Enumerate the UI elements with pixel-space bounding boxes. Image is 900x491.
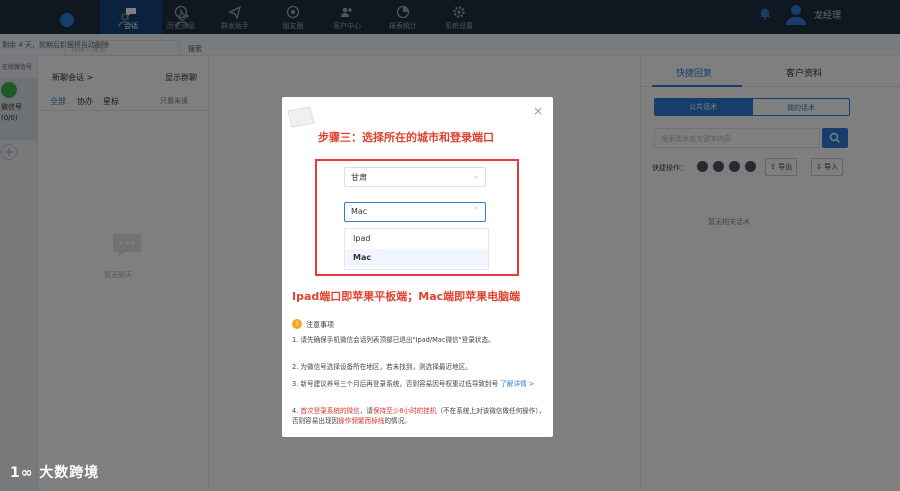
- warning-icon: !: [292, 319, 302, 329]
- option-mac[interactable]: Mac: [345, 249, 488, 267]
- note-3: 3. 新号建议养号三个月后再登录系统，否则容易因号权重过低导致封号 了解详情 >: [292, 379, 548, 389]
- note-2: 2. 为微信号选择设备所在地区，若未找到，则选择最近地区。: [292, 363, 472, 371]
- watermark-text: 大数跨境: [39, 465, 100, 481]
- note-4-emphasis-3: 操作频繁而掉线: [338, 417, 385, 425]
- close-icon[interactable]: ×: [533, 105, 543, 117]
- note-4: 4. 首次登录系统的微信，请保持至少8小时的挂机（不在系统上对该微信做任何操作）…: [292, 406, 548, 426]
- note-4-emphasis-2: 保持至少8小时的挂机: [372, 407, 437, 415]
- notes-title: 注意事项: [306, 321, 334, 329]
- city-value: 甘肃: [351, 173, 367, 182]
- note-1: 1. 请先确保手机微信会话列表顶部已退出"Ipad/Mac微信"登录状态。: [292, 336, 495, 344]
- port-explanation: Ipad端口即苹果平板端；Mac端即苹果电脑端: [292, 290, 521, 303]
- chevron-down-icon: ⌄: [472, 171, 479, 180]
- option-ipad[interactable]: Ipad: [345, 230, 488, 248]
- note-4-text-1: ，请: [359, 407, 373, 415]
- chevron-up-icon: ⌃: [472, 206, 479, 215]
- port-value: Mac: [351, 207, 368, 216]
- step-title: 步骤三：选择所在的城市和登录端口: [318, 131, 494, 144]
- note-3-text: 3. 新号建议养号三个月后再登录系统，否则容易因号权重过低导致封号: [292, 380, 499, 388]
- city-select[interactable]: 甘肃 ⌄: [344, 167, 486, 187]
- note-4-emphasis-1: 首次登录系统的微信: [300, 407, 360, 415]
- note-4-text-3: 的情况。: [384, 417, 411, 425]
- port-select[interactable]: Mac ⌃: [344, 202, 486, 222]
- watermark-mark: 1∞: [10, 465, 40, 481]
- login-step-modal: × 步骤三：选择所在的城市和登录端口 甘肃 ⌄ Mac ⌃ Ipad Mac I…: [282, 97, 553, 437]
- document-corner-icon: [287, 106, 315, 128]
- learn-more-link[interactable]: 了解详情 >: [500, 380, 534, 388]
- port-dropdown: Ipad Mac: [344, 228, 489, 270]
- watermark-logo: 1∞ 大数跨境: [10, 462, 99, 482]
